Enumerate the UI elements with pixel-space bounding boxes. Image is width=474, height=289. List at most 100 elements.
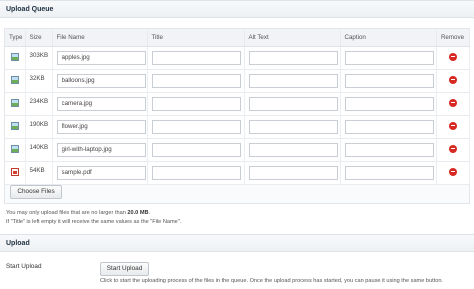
- remove-icon[interactable]: [448, 52, 457, 61]
- caption-input[interactable]: [344, 96, 434, 111]
- remove-icon[interactable]: [448, 167, 457, 176]
- file-size-limit: 20.0 MB: [127, 210, 149, 216]
- table-row: 140KB: [5, 138, 470, 162]
- remove-cell: [436, 46, 470, 70]
- table-row: 303KB: [5, 46, 470, 70]
- title-input[interactable]: [151, 73, 241, 88]
- alt-text-input[interactable]: [248, 165, 338, 180]
- start-upload-label: Start Upload: [6, 263, 42, 270]
- image-icon: [10, 75, 19, 84]
- file-name-input[interactable]: [56, 119, 146, 134]
- file-size-note-prefix: You may only upload files that are no la…: [6, 210, 128, 216]
- col-header-alt-text: Alt Text: [244, 29, 341, 47]
- title-input[interactable]: [151, 142, 241, 157]
- title-note: If "Title" is left empty it will receive…: [6, 219, 182, 225]
- remove-cell: [436, 69, 470, 93]
- type-cell: [5, 115, 26, 139]
- file-size-note-suffix: .: [148, 210, 151, 216]
- title-cell: [147, 161, 245, 185]
- caption-input[interactable]: [344, 119, 434, 134]
- alt-text-cell: [244, 92, 341, 116]
- alt-text-input[interactable]: [248, 96, 338, 111]
- remove-icon[interactable]: [448, 75, 457, 84]
- remove-icon[interactable]: [448, 98, 457, 107]
- caption-input[interactable]: [344, 165, 434, 180]
- upload-queue-header: Upload Queue: [0, 0, 474, 18]
- file-name-cell: [52, 161, 148, 185]
- start-upload-button[interactable]: Start Upload: [100, 262, 149, 276]
- caption-cell: [340, 138, 437, 162]
- upload-queue-panel: Type Size File Name Title Alt Text Capti…: [4, 28, 470, 204]
- title-input[interactable]: [151, 96, 241, 111]
- title-input[interactable]: [151, 50, 241, 65]
- remove-icon[interactable]: [448, 144, 457, 153]
- size-cell: 234KB: [25, 92, 53, 116]
- alt-text-cell: [244, 161, 341, 185]
- type-cell: [5, 161, 26, 185]
- col-header-type: Type: [5, 29, 26, 47]
- title-cell: [147, 46, 245, 70]
- type-cell: [5, 92, 26, 116]
- alt-text-input[interactable]: [248, 50, 338, 65]
- table-row: 32KB: [5, 69, 470, 93]
- title-cell: [147, 92, 245, 116]
- col-header-size: Size: [25, 29, 53, 47]
- pdf-icon: [10, 167, 19, 176]
- file-name-cell: [52, 69, 148, 93]
- caption-cell: [340, 46, 437, 70]
- file-name-input[interactable]: [56, 50, 146, 65]
- alt-text-cell: [244, 69, 341, 93]
- image-icon: [10, 121, 19, 130]
- col-header-caption: Caption: [340, 29, 437, 47]
- alt-text-cell: [244, 138, 341, 162]
- size-cell: 140KB: [25, 138, 53, 162]
- caption-cell: [340, 161, 437, 185]
- size-cell: 54KB: [25, 161, 53, 185]
- table-header-row: Type Size File Name Title Alt Text Capti…: [5, 29, 470, 47]
- upload-section-header: Upload: [0, 234, 474, 252]
- title-input[interactable]: [151, 119, 241, 134]
- file-name-input[interactable]: [56, 73, 146, 88]
- remove-icon[interactable]: [448, 121, 457, 130]
- image-icon: [10, 98, 19, 107]
- alt-text-input[interactable]: [248, 119, 338, 134]
- image-icon: [10, 52, 19, 61]
- file-name-cell: [52, 115, 148, 139]
- alt-text-cell: [244, 115, 341, 139]
- title-input[interactable]: [151, 165, 241, 180]
- start-upload-description: Click to start the uploading process of …: [100, 278, 443, 284]
- caption-cell: [340, 69, 437, 93]
- caption-cell: [340, 115, 437, 139]
- choose-files-button[interactable]: Choose Files: [10, 185, 62, 199]
- caption-input[interactable]: [344, 73, 434, 88]
- alt-text-input[interactable]: [248, 73, 338, 88]
- alt-text-input[interactable]: [248, 142, 338, 157]
- type-cell: [5, 69, 26, 93]
- file-name-cell: [52, 46, 148, 70]
- size-cell: 190KB: [25, 115, 53, 139]
- caption-input[interactable]: [344, 142, 434, 157]
- type-cell: [5, 46, 26, 70]
- file-name-cell: [52, 138, 148, 162]
- size-cell: 303KB: [25, 46, 53, 70]
- remove-cell: [436, 92, 470, 116]
- file-name-cell: [52, 92, 148, 116]
- alt-text-cell: [244, 46, 341, 70]
- col-header-title: Title: [147, 29, 245, 47]
- file-size-note: You may only upload files that are no la…: [6, 210, 150, 216]
- file-name-input[interactable]: [56, 165, 146, 180]
- table-row: 190KB: [5, 115, 470, 139]
- image-icon: [10, 144, 19, 153]
- caption-input[interactable]: [344, 50, 434, 65]
- remove-cell: [436, 161, 470, 185]
- type-cell: [5, 138, 26, 162]
- title-cell: [147, 138, 245, 162]
- col-header-remove: Remove: [436, 29, 470, 47]
- size-cell: 32KB: [25, 69, 53, 93]
- file-name-input[interactable]: [56, 142, 146, 157]
- caption-cell: [340, 92, 437, 116]
- file-name-input[interactable]: [56, 96, 146, 111]
- title-cell: [147, 69, 245, 93]
- upload-queue-table: Type Size File Name Title Alt Text Capti…: [5, 29, 470, 185]
- remove-cell: [436, 138, 470, 162]
